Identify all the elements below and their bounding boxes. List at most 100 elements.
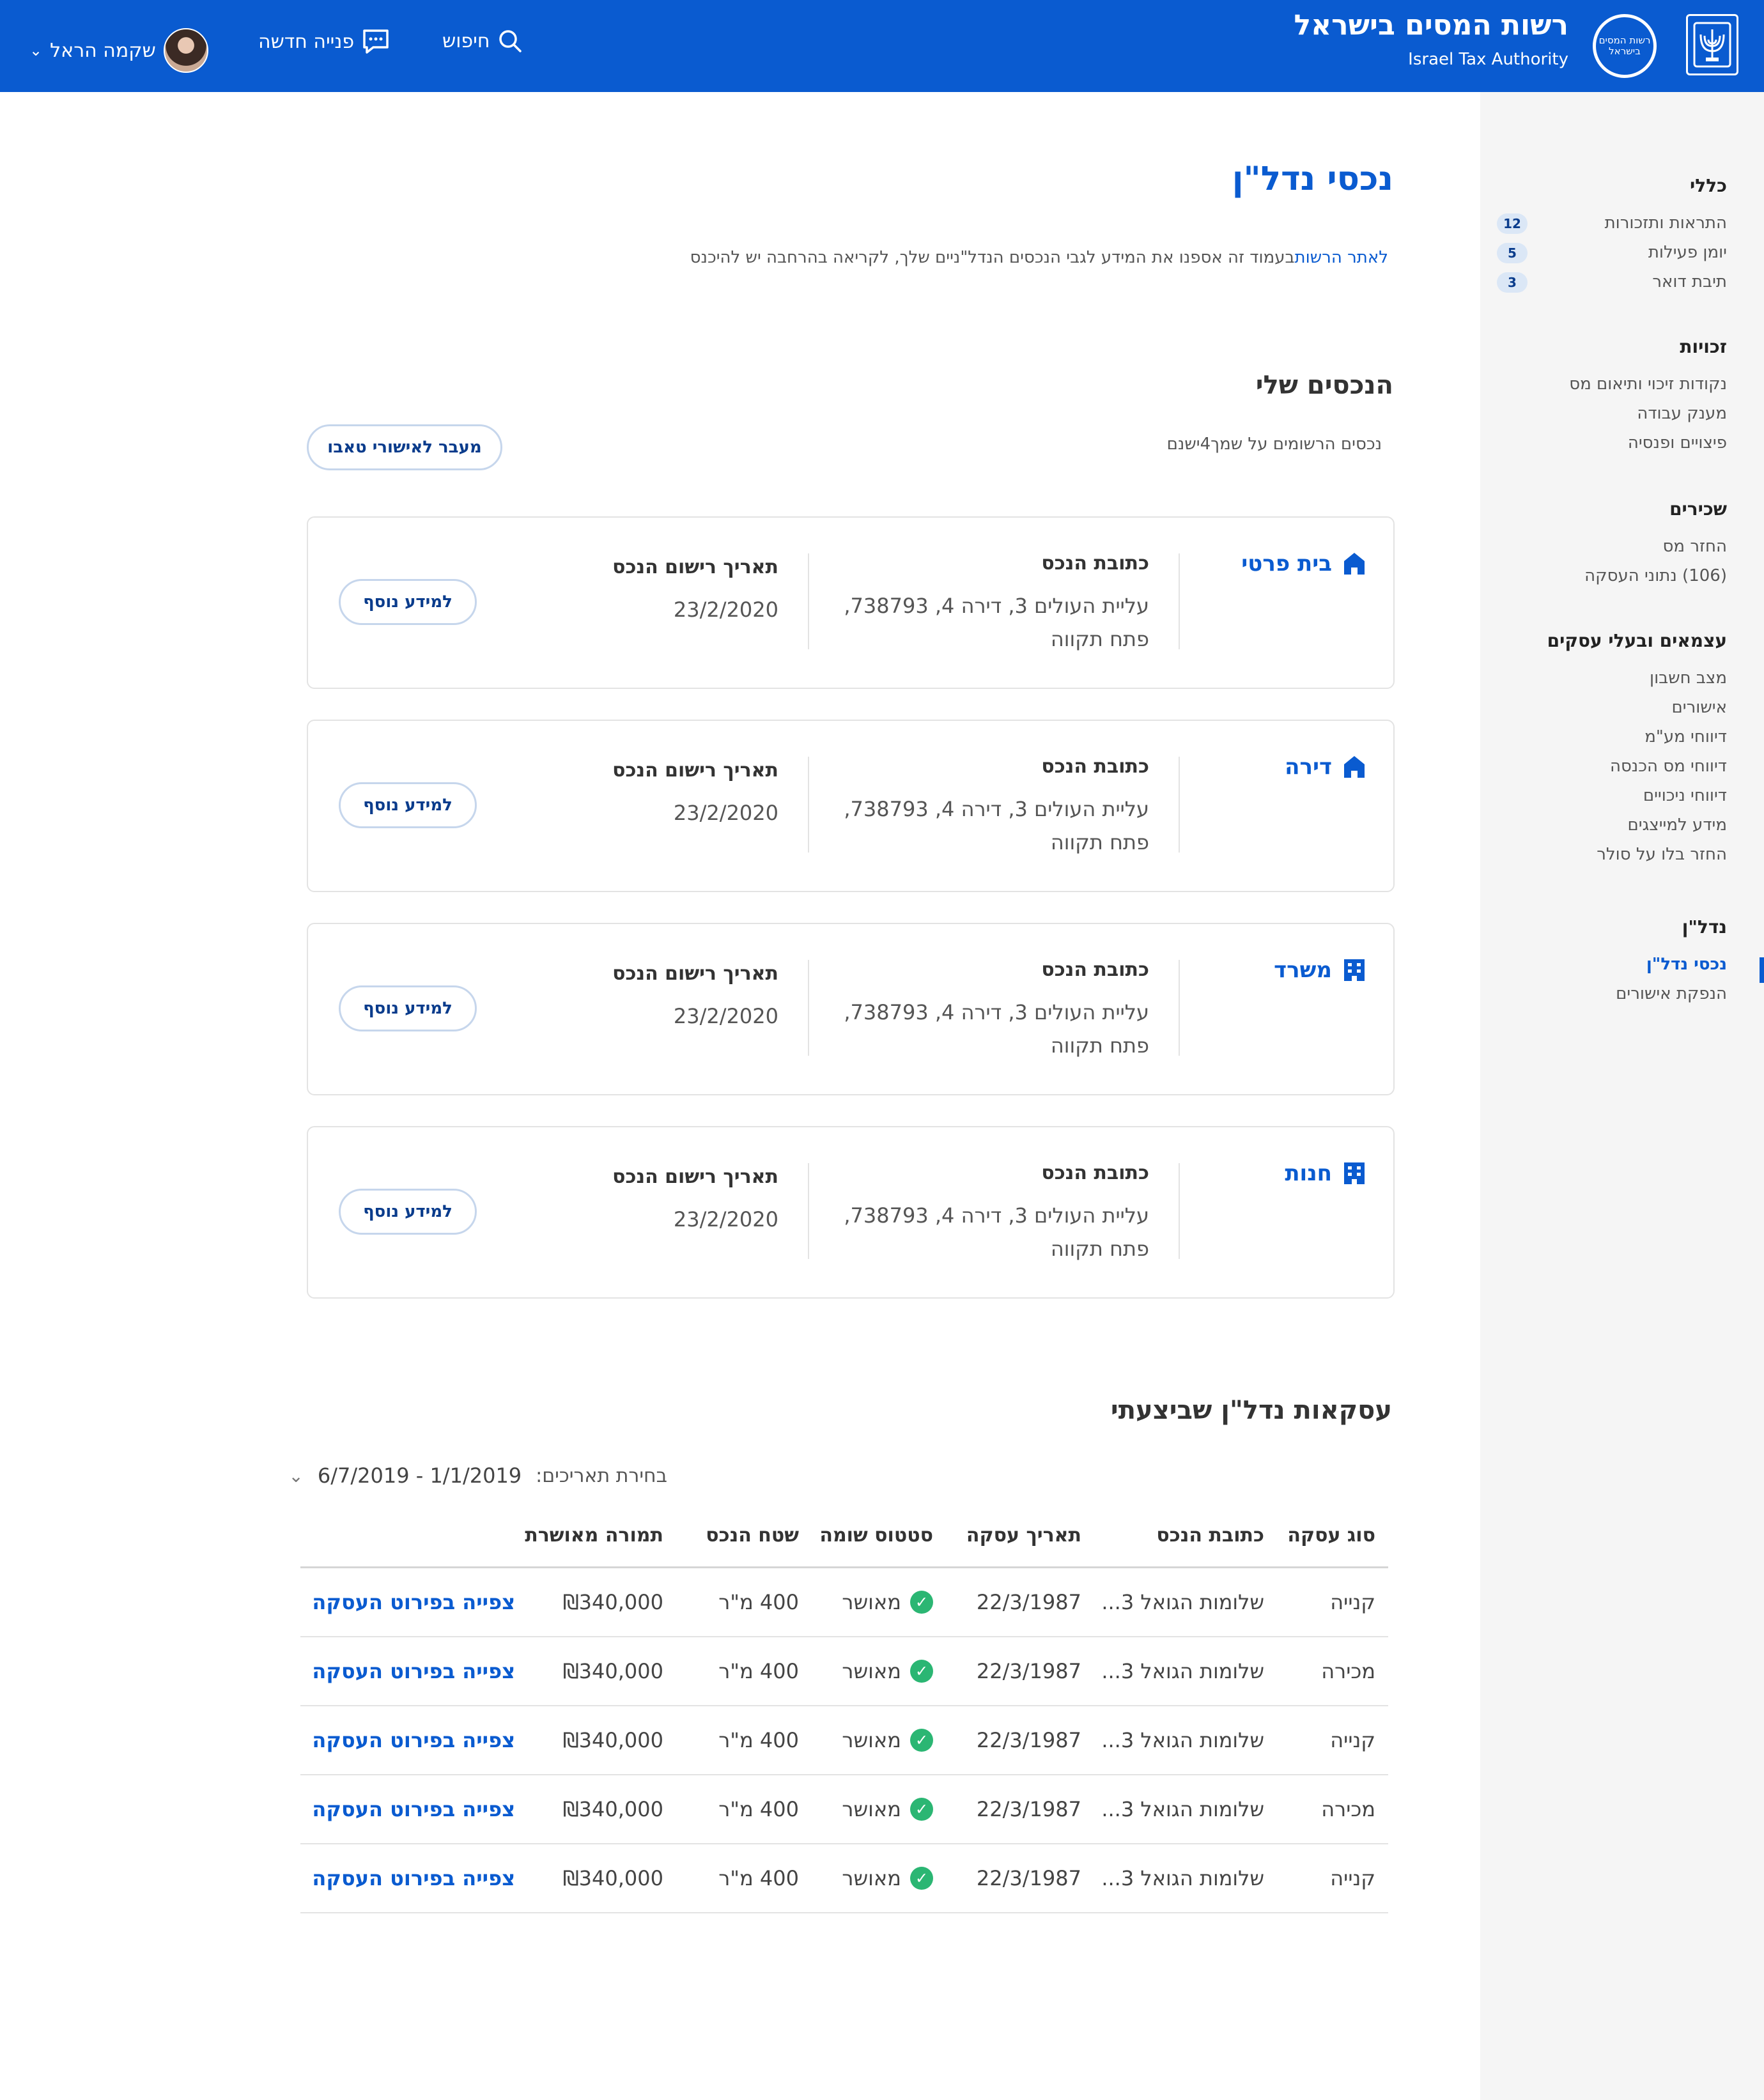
registration-date: 23/2/2020 (673, 801, 778, 825)
column-header: תאריך עסקה (966, 1524, 1081, 1547)
sidebar-item-work-grant[interactable]: מענק עבודה (1497, 399, 1727, 428)
sidebar-item-activity-log[interactable]: יומן פעילות 5 (1497, 238, 1727, 267)
org-name-english: Israel Tax Authority (1408, 50, 1568, 69)
check-circle-icon: ✓ (910, 1660, 933, 1683)
sidebar-item-mailbox[interactable]: תיבת דואר 3 (1497, 267, 1727, 297)
avatar (163, 28, 208, 73)
sidebar-section-real-estate: נדל"ן נכסי נדל"ן הנפקת אישורים (1497, 916, 1727, 1008)
deal-date: 22/3/1987 (976, 1866, 1081, 1890)
view-deal-details-link[interactable]: צפייה בפירוט העסקה (312, 1568, 515, 1636)
tabu-approvals-button[interactable]: מעבר לאישורי טאבו (307, 424, 502, 470)
view-deal-details-link[interactable]: צפייה בפירוט העסקה (312, 1844, 515, 1912)
more-info-button[interactable]: למידע נוסף (339, 782, 477, 828)
table-header: סוג עסקה כתובת הנכס תאריך עסקה סטטוס שומ… (300, 1504, 1388, 1568)
divider (808, 1163, 809, 1259)
sidebar-section-title: זכויות (1680, 336, 1727, 357)
status-text: מאושר (842, 1659, 901, 1683)
deal-status: ✓ מאושר (842, 1637, 933, 1705)
deals-title: עסקאות נדל"ן שביצעתי (1110, 1396, 1392, 1425)
address-label: כתובת הנכס (1041, 755, 1149, 778)
date-filter-label: בחירת תאריכים: (536, 1464, 667, 1487)
house-icon (1344, 756, 1365, 778)
registration-date: 23/2/2020 (673, 1004, 778, 1028)
sidebar-item-issue-approvals[interactable]: הנפקת אישורים (1497, 979, 1727, 1008)
tax-authority-logo: רשות המסים בישראל (1593, 14, 1657, 78)
deal-price: ₪340,000 (562, 1659, 663, 1683)
building-icon (1344, 959, 1365, 981)
sidebar-item-representatives-info[interactable]: מידע למייצגים (1497, 810, 1727, 840)
sidebar-item-real-estate-assets[interactable]: נכסי נדל"ן (1497, 950, 1727, 979)
chevron-down-icon: ⌄ (29, 42, 43, 59)
sidebar-item-vat-reports[interactable]: דיווחי מע"מ (1497, 722, 1727, 752)
view-deal-details-link[interactable]: צפייה בפירוט העסקה (312, 1637, 515, 1705)
deal-area: 400 מ"ר (718, 1728, 799, 1752)
sidebar-item-tax-refund[interactable]: החזר מס (1497, 532, 1727, 561)
view-deal-details-link[interactable]: צפייה בפירוט העסקה (312, 1706, 515, 1774)
column-header: כתובת הנכס (1156, 1524, 1264, 1547)
deal-date: 22/3/1987 (976, 1590, 1081, 1614)
deals-table: סוג עסקה כתובת הנכס תאריך עסקה סטטוס שומ… (300, 1504, 1388, 1913)
new-request-button[interactable]: פנייה חדשה (258, 28, 390, 55)
sidebar-item-alerts[interactable]: התראות ותזכורות 12 (1497, 208, 1727, 238)
date-range-value: 1/1/2019 - 6/7/2019 (317, 1463, 522, 1488)
sidebar-section-title: כללי (1690, 175, 1727, 196)
deal-address: שלומות הגואל 3... (1101, 1728, 1264, 1752)
address-label: כתובת הנכס (1041, 1162, 1149, 1184)
table-row: קנייה שלומות הגואל 3... 22/3/1987 ✓ מאושר… (300, 1844, 1388, 1913)
asset-card: דירה כתובת הנכס עליית העולים 3, דירה 4, … (307, 720, 1395, 892)
authority-site-link[interactable]: לאתר הרשות (1295, 248, 1388, 267)
deal-price: ₪340,000 (562, 1590, 663, 1614)
sidebar-item-deduction-reports[interactable]: דיווחי ניכויים (1497, 781, 1727, 810)
asset-type: חנות (1285, 1161, 1366, 1186)
sidebar-section-general: כללי התראות ותזכורות 12 יומן פעילות 5 תיבת… (1497, 175, 1727, 297)
sidebar-item-tax-credits[interactable]: נקודות זיכוי ותיאום מס (1497, 369, 1727, 399)
sidebar-item-diesel-refund[interactable]: החזר בלו על סולר (1497, 840, 1727, 869)
more-info-button[interactable]: למידע נוסף (339, 1189, 477, 1235)
deal-type: קנייה (1330, 1590, 1375, 1614)
deal-type: מכירה (1321, 1797, 1375, 1821)
sidebar-item-pension[interactable]: פיצויים ופנסיה (1497, 428, 1727, 458)
date-range-filter[interactable]: בחירת תאריכים: 1/1/2019 - 6/7/2019 ⌄ (288, 1463, 667, 1488)
address-line: עליית העולים 3, דירה 4, 738793, (844, 594, 1149, 618)
sidebar-section-title: עצמאים ובעלי עסקים (1547, 630, 1727, 651)
sidebar-item-employment-data[interactable]: (106) נתוני העסקה (1497, 561, 1727, 591)
deal-address: שלומות הגואל 3... (1101, 1659, 1264, 1683)
check-circle-icon: ✓ (910, 1591, 933, 1614)
divider (808, 553, 809, 649)
divider (808, 757, 809, 853)
asset-type-label: דירה (1285, 754, 1332, 780)
more-info-button[interactable]: למידע נוסף (339, 985, 477, 1031)
asset-type-label: בית פרטי (1241, 551, 1332, 576)
view-deal-details-link[interactable]: צפייה בפירוט העסקה (312, 1775, 515, 1843)
asset-card: בית פרטי כתובת הנכס עליית העולים 3, דירה… (307, 516, 1395, 689)
search-icon (499, 30, 522, 52)
address-city: פתח תקווה (1050, 830, 1149, 854)
asset-type: דירה (1285, 754, 1366, 780)
more-info-button[interactable]: למידע נוסף (339, 579, 477, 625)
count-badge: 5 (1497, 243, 1528, 263)
side-navigation: כללי התראות ותזכורות 12 יומן פעילות 5 תיבת… (1480, 92, 1764, 2100)
sidebar-item-income-tax-reports[interactable]: דיווחי מס הכנסה (1497, 752, 1727, 781)
org-name-hebrew: רשות המסים בישראל (1294, 9, 1568, 42)
address-line: עליית העולים 3, דירה 4, 738793, (844, 797, 1149, 821)
deal-type: קנייה (1330, 1728, 1375, 1752)
check-circle-icon: ✓ (910, 1798, 933, 1821)
deal-area: 400 מ"ר (718, 1866, 799, 1890)
user-menu[interactable]: ⌄ שקמה הראל (29, 28, 208, 73)
table-row: קנייה שלומות הגואל 3... 22/3/1987 ✓ מאושר… (300, 1568, 1388, 1637)
status-text: מאושר (842, 1728, 901, 1752)
deal-area: 400 מ"ר (718, 1590, 799, 1614)
sidebar-item-approvals[interactable]: אישורים (1497, 693, 1727, 722)
column-header: סטטוס שומה (819, 1524, 933, 1547)
column-header: סוג עסקה (1287, 1524, 1375, 1547)
registration-date-label: תאריך רישום הנכס (612, 1166, 778, 1188)
check-circle-icon: ✓ (910, 1867, 933, 1890)
column-header: תמורה מאושרת (525, 1524, 663, 1547)
deal-price: ₪340,000 (562, 1866, 663, 1890)
search-button[interactable]: חיפוש (442, 28, 523, 54)
sidebar-item-account-status[interactable]: מצב חשבון (1497, 663, 1727, 693)
asset-type: משרד (1274, 957, 1366, 983)
sidebar-item-label: יומן פעילות (1648, 243, 1727, 262)
chevron-down-icon: ⌄ (288, 1465, 304, 1486)
address-line: עליית העולים 3, דירה 4, 738793, (844, 1203, 1149, 1228)
